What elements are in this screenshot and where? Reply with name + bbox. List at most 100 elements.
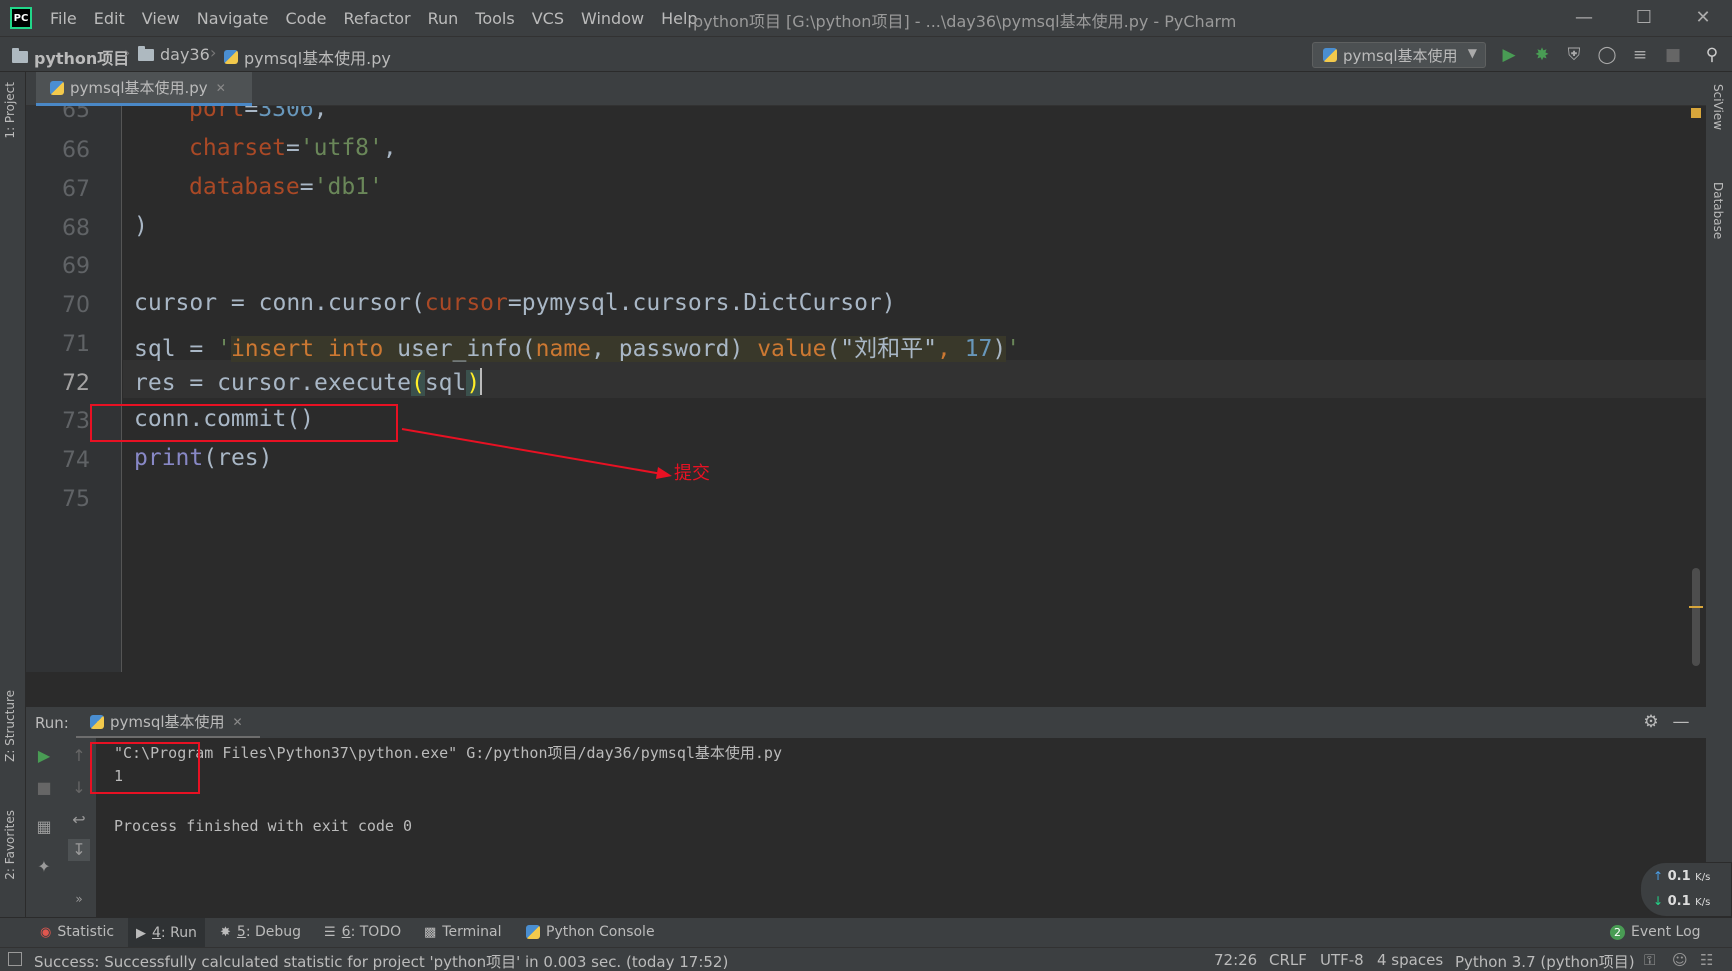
tab-terminal[interactable]: ▩ Terminal	[424, 924, 501, 940]
title-bar: PC File Edit View Navigate Code Refactor…	[0, 0, 1732, 36]
debug-bug-icon[interactable]: ✸	[1531, 44, 1553, 66]
code-token: ,	[937, 336, 965, 362]
chevron-right-icon: ›	[124, 43, 131, 62]
run-tab[interactable]: pymsql基本使用 ✕	[76, 707, 260, 739]
tab-run[interactable]: ▶ 4: Run	[128, 918, 205, 948]
download-arrow-icon: ↓	[1653, 894, 1664, 908]
run-panel-header: Run: pymsql基本使用 ✕ ⚙ —	[26, 706, 1706, 739]
close-tab-icon[interactable]: ✕	[216, 81, 226, 95]
hide-panel-icon[interactable]: —	[1670, 711, 1692, 733]
down-arrow-icon[interactable]: ↓	[68, 777, 90, 799]
menu-edit[interactable]: Edit	[94, 9, 125, 28]
scroll-to-end-icon[interactable]: ↧	[68, 839, 90, 861]
run-configuration-select[interactable]: pymsql基本使用 ▼	[1312, 42, 1486, 68]
rerun-icon[interactable]: ▶	[33, 745, 55, 767]
up-arrow-icon[interactable]: ↑	[68, 745, 90, 767]
run-console[interactable]: ▶ ■ ▦ ✦ ↑ ↓ ↩ ↧ » "C:\Program Files\Pyth…	[26, 738, 1706, 917]
status-bar: Success: Successfully calculated statist…	[0, 947, 1732, 971]
window-title: python项目 [G:\python项目] - ...\day36\pymsq…	[693, 12, 1237, 31]
stop-icon[interactable]: ■	[33, 777, 55, 799]
code-token: res = cursor.execute	[134, 370, 411, 396]
line-separator[interactable]: CRLF	[1269, 951, 1307, 969]
pin-icon[interactable]: ✦	[33, 856, 55, 878]
tab-label: Terminal	[442, 924, 502, 940]
tab-label: : TODO	[350, 924, 402, 940]
breadcrumb-label: python项目	[34, 49, 130, 68]
editor-tab-active[interactable]: pymsql基本使用.py ✕	[36, 72, 252, 106]
python-interpreter[interactable]: Python 3.7 (python项目)	[1455, 951, 1635, 971]
menu-vcs[interactable]: VCS	[532, 9, 564, 28]
breadcrumb-file[interactable]: pymsql基本使用.py	[224, 45, 391, 69]
stop-icon[interactable]: ■	[1662, 44, 1684, 66]
speed-unit: K/s	[1695, 897, 1711, 908]
menu-view[interactable]: View	[142, 9, 180, 28]
code-editor[interactable]: 65 66 67 68 69 70 71 72 73 74 75 port=33…	[26, 106, 1706, 672]
menu-code[interactable]: Code	[286, 9, 327, 28]
file-encoding[interactable]: UTF-8	[1320, 951, 1364, 969]
indent-setting[interactable]: 4 spaces	[1377, 951, 1443, 969]
maximize-icon[interactable]: ☐	[1632, 6, 1656, 30]
code-token: insert	[230, 336, 315, 362]
folder-icon	[138, 45, 154, 61]
concurrency-icon[interactable]: ≡	[1629, 44, 1651, 66]
project-tool-tab[interactable]: 1: Project	[3, 82, 17, 139]
sciview-tool-tab[interactable]: SciView	[1711, 84, 1725, 130]
menu-refactor[interactable]: Refactor	[343, 9, 410, 28]
favorites-tool-tab[interactable]: 2: Favorites	[3, 810, 17, 880]
breadcrumb-folder[interactable]: day36	[138, 45, 210, 64]
line-number: 75	[62, 487, 90, 512]
tab-statistic[interactable]: ◉ Statistic	[40, 924, 114, 940]
line-number: 69	[62, 254, 90, 279]
code-line: port=3306,	[189, 106, 328, 122]
code-token: cursor	[424, 290, 508, 316]
close-icon[interactable]: ✕	[1691, 6, 1715, 30]
gear-icon[interactable]: ⚙	[1640, 711, 1662, 733]
editor-tab-label: pymsql基本使用.py	[70, 79, 208, 97]
coverage-icon[interactable]: ⛨	[1563, 44, 1585, 66]
lock-icon[interactable]: ⚿	[1644, 951, 1655, 969]
sql-injection: insert into user_info(name, password) va…	[230, 336, 1007, 362]
more-icon[interactable]: »	[68, 888, 90, 910]
code-token: user_info(	[397, 336, 536, 362]
caret-position[interactable]: 72:26	[1214, 951, 1257, 969]
profile-icon[interactable]: ◯	[1596, 44, 1618, 66]
menu-run[interactable]: Run	[428, 9, 459, 28]
minimize-icon[interactable]: —	[1572, 6, 1596, 30]
inspector-icon[interactable]: ☺	[1672, 951, 1688, 969]
structure-tool-tab[interactable]: Z: Structure	[3, 690, 17, 762]
code-token: sql	[424, 370, 467, 396]
download-speed: 0.1	[1667, 894, 1691, 909]
code-token: port	[189, 106, 245, 122]
memory-icon[interactable]: ☷	[1700, 951, 1713, 969]
code-token: name	[535, 336, 592, 362]
status-message[interactable]: Success: Successfully calculated statist…	[34, 951, 728, 971]
tab-todo[interactable]: ☰ 6: TODO	[324, 924, 401, 940]
code-token: charset	[189, 135, 286, 161]
database-tool-tab[interactable]: Database	[1711, 182, 1725, 239]
search-icon[interactable]: ⚲	[1701, 44, 1723, 66]
line-number-gutter: 65 66 67 68 69 70 71 72 73 74 75	[26, 106, 122, 672]
run-icon[interactable]: ▶	[1498, 44, 1520, 66]
line-number: 66	[62, 138, 90, 163]
menu-file[interactable]: File	[50, 9, 77, 28]
editor-scrollbar[interactable]	[1692, 568, 1700, 666]
line-number: 71	[62, 332, 90, 357]
menu-window[interactable]: Window	[581, 9, 644, 28]
menu-tools[interactable]: Tools	[475, 9, 514, 28]
menu-navigate[interactable]: Navigate	[197, 9, 269, 28]
breadcrumb-project[interactable]: python项目	[12, 45, 129, 69]
python-icon	[90, 714, 104, 729]
layout-icon[interactable]: ▦	[33, 816, 55, 838]
code-token: value	[757, 336, 827, 362]
inspection-warning-marker[interactable]	[1691, 108, 1701, 118]
tab-python-console[interactable]: Python Console	[526, 924, 655, 940]
close-tab-icon[interactable]: ✕	[233, 715, 243, 729]
line-number-current: 72	[62, 371, 90, 396]
tab-event-log[interactable]: 2 Event Log	[1610, 924, 1701, 940]
soft-wrap-icon[interactable]: ↩	[68, 809, 90, 831]
folder-icon	[12, 48, 28, 63]
code-token: 3306	[258, 106, 314, 122]
scrollbar-marker	[1689, 606, 1703, 608]
toggle-tool-windows-icon[interactable]	[8, 952, 22, 966]
tab-debug[interactable]: ✸ 5: Debug	[220, 924, 301, 940]
